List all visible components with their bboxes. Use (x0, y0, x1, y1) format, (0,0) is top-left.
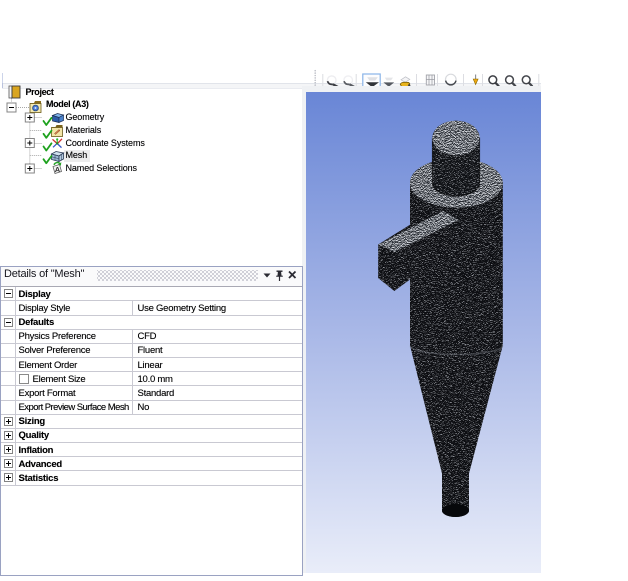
svg-text:A: A (55, 165, 61, 174)
